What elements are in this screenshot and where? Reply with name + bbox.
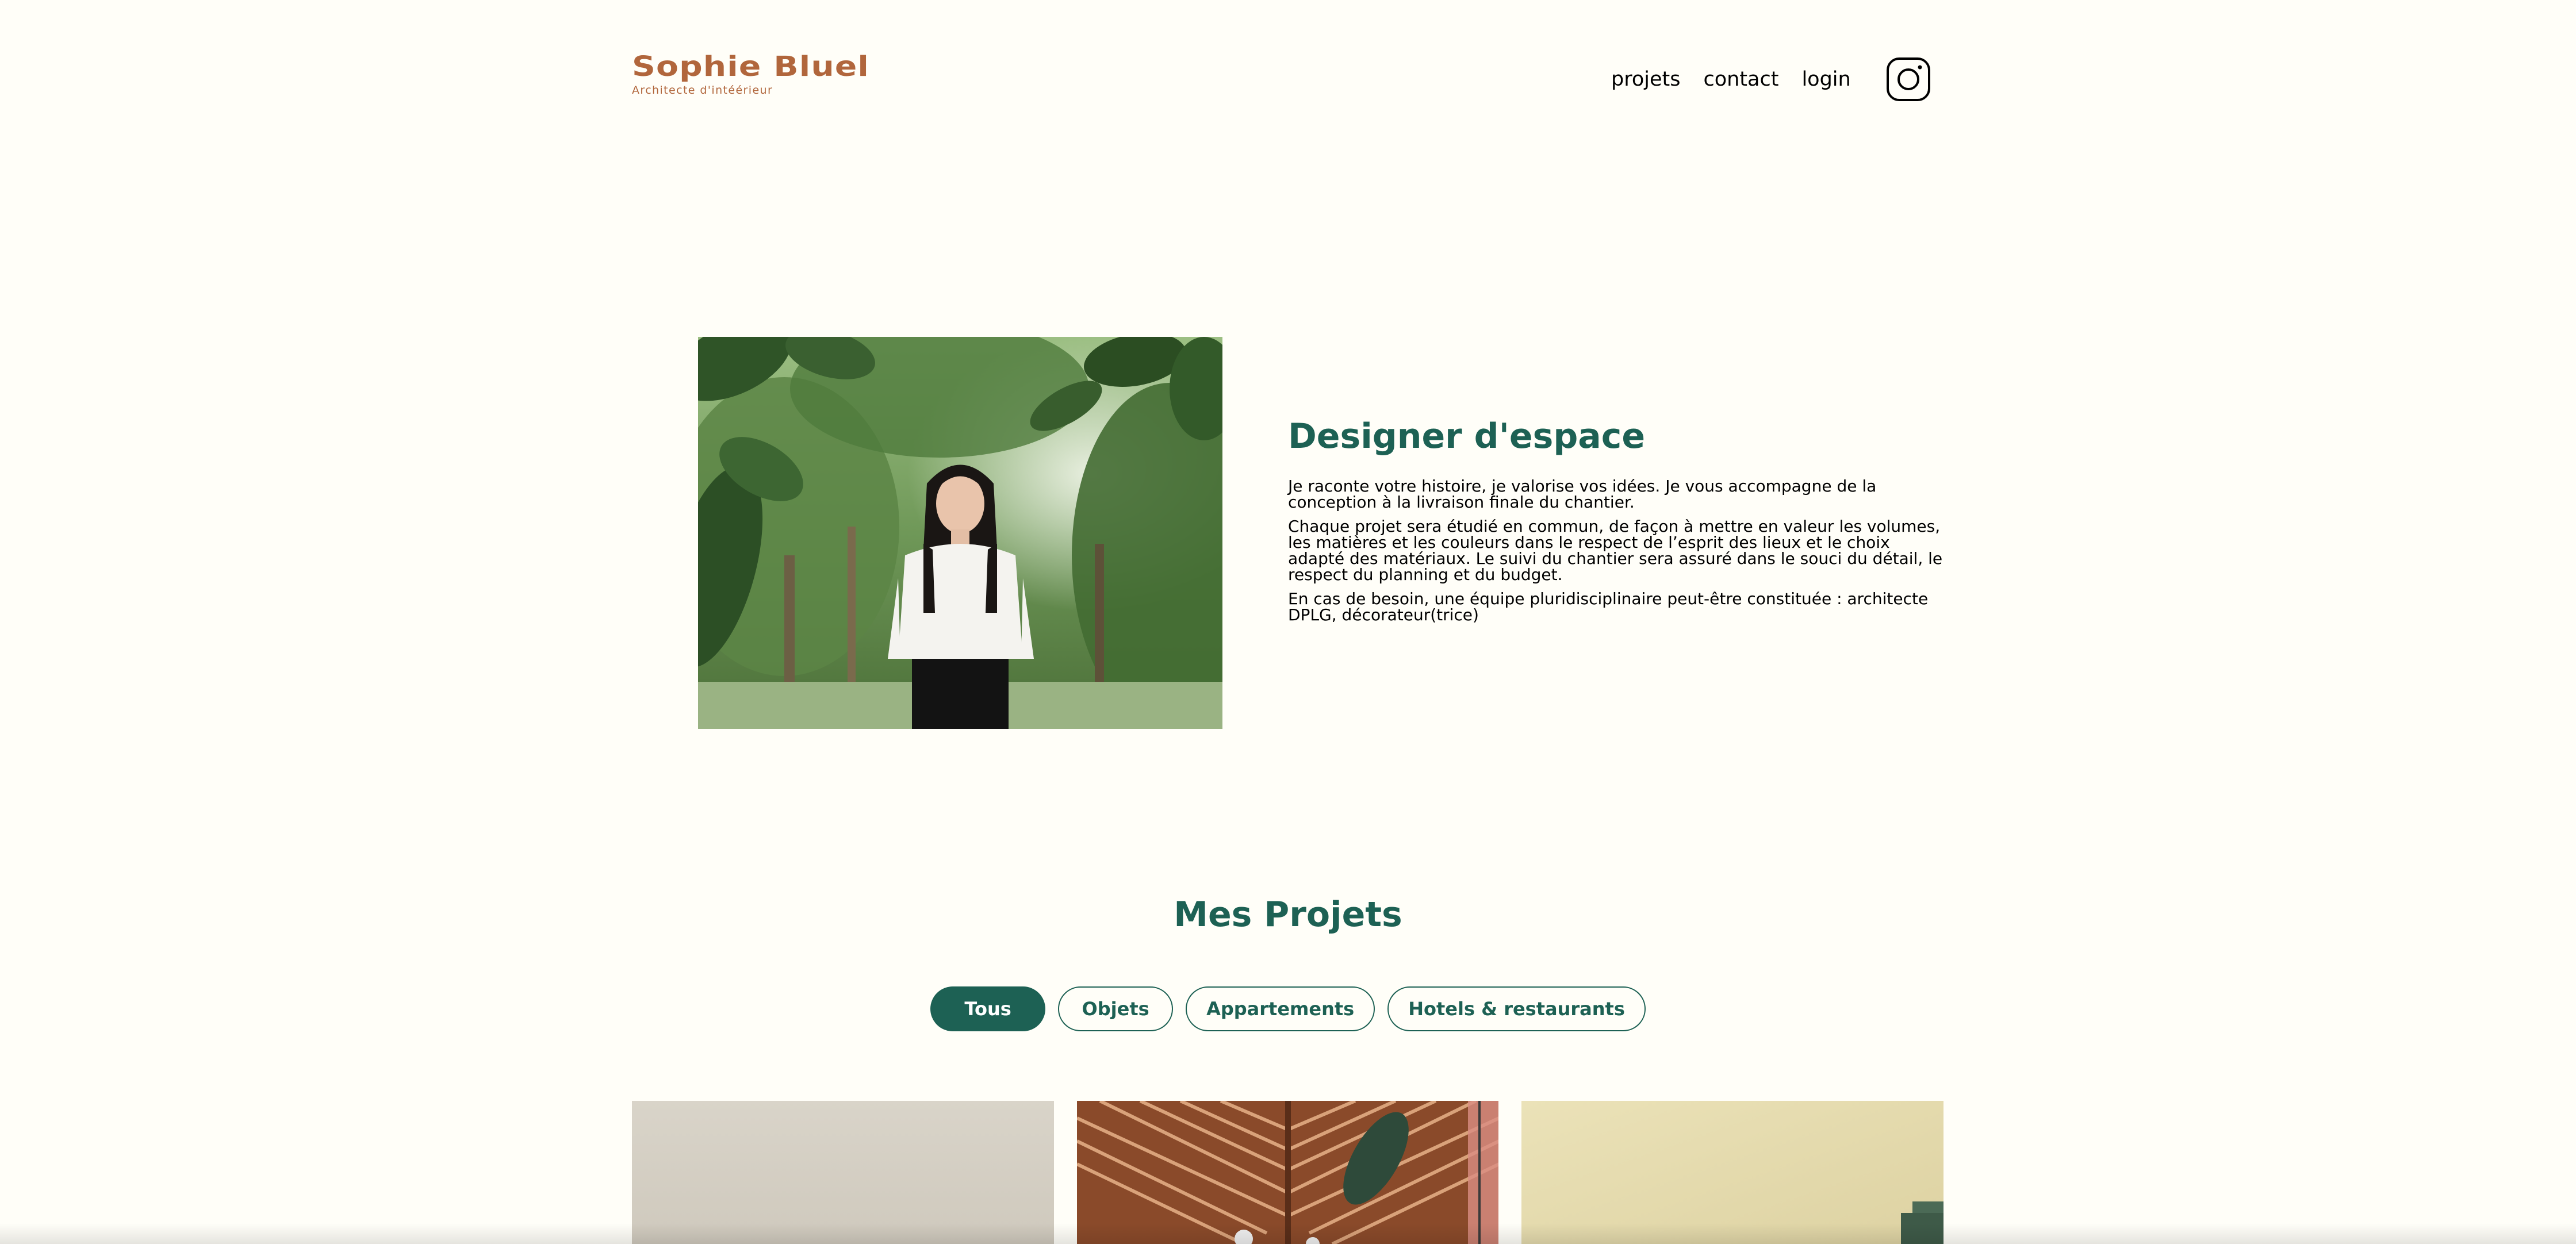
intro-text: Designer d'espace Je raconte votre histo…: [1288, 417, 1949, 631]
projects-heading: Mes Projets: [1174, 894, 1402, 935]
project-thumbnail[interactable]: [632, 1101, 1054, 1244]
logo[interactable]: Sophie Bluel Architecte d'intéérieur: [632, 53, 869, 97]
nav-link-contact[interactable]: contact: [1703, 68, 1778, 91]
logo-title: Sophie Bluel: [632, 51, 870, 83]
filter-button-tous[interactable]: Tous: [930, 986, 1046, 1031]
project-gallery: [632, 1101, 1943, 1244]
intro-paragraph-3: En cas de besoin, une équipe pluridiscip…: [1288, 589, 1929, 624]
main-nav: projets contact login: [1611, 68, 1851, 91]
filter-button-hotels-restaurants[interactable]: Hotels & restaurants: [1387, 986, 1646, 1031]
instagram-icon[interactable]: [1886, 57, 1931, 102]
portrait-photo: [698, 337, 1222, 729]
intro-heading: Designer d'espace: [1288, 416, 1646, 456]
logo-subtitle: Architecte d'intéérieur: [632, 84, 773, 97]
project-thumbnail[interactable]: [1521, 1101, 1943, 1244]
project-filters: Tous Objets Appartements Hotels & restau…: [0, 986, 2576, 1031]
nav-link-projets[interactable]: projets: [1611, 68, 1680, 91]
filter-button-appartements[interactable]: Appartements: [1186, 986, 1375, 1031]
project-thumbnail[interactable]: [1076, 1101, 1499, 1244]
nav-link-login[interactable]: login: [1801, 68, 1850, 91]
intro-paragraph-1: Je raconte votre histoire, je valorise v…: [1288, 477, 1877, 512]
intro-paragraph-2: Chaque projet sera étudié en commun, de …: [1288, 517, 1943, 584]
filter-button-objets[interactable]: Objets: [1058, 986, 1174, 1031]
